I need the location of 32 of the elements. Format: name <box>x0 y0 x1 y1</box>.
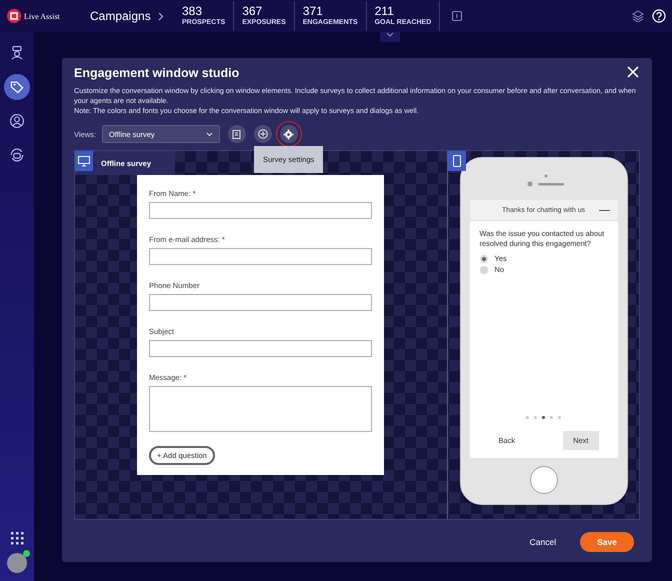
monitor-icon[interactable] <box>78 156 90 166</box>
help-icon[interactable] <box>652 9 666 23</box>
stat-value: 383 <box>182 4 204 18</box>
input-field[interactable] <box>149 248 372 266</box>
tag-icon[interactable] <box>4 74 30 100</box>
dialog-title: Engagement window studio <box>74 66 240 80</box>
cancel-button[interactable]: Cancel <box>524 536 562 548</box>
settings-icon[interactable] <box>280 125 298 143</box>
brand-name: Live Assist <box>24 12 60 20</box>
radio-button[interactable] <box>480 266 488 274</box>
add-icon[interactable] <box>254 125 272 143</box>
radio-button[interactable] <box>480 254 488 262</box>
minimize-icon[interactable] <box>598 210 610 211</box>
clipboard-icon[interactable] <box>228 125 246 143</box>
layers-icon[interactable] <box>632 10 644 22</box>
stat-value: 371 <box>302 4 324 18</box>
caret-icon <box>206 132 213 136</box>
stat-value: 211 <box>374 4 395 18</box>
apps-grid-icon[interactable] <box>10 532 24 545</box>
section-title[interactable]: Campaigns <box>90 9 158 23</box>
logo-icon <box>7 9 21 23</box>
phone-icon[interactable] <box>453 155 461 167</box>
user-avatar[interactable] <box>7 553 27 573</box>
input-field[interactable] <box>149 340 372 358</box>
chevron-down-icon[interactable] <box>386 32 394 38</box>
close-icon[interactable] <box>626 66 640 80</box>
input-field[interactable] <box>149 294 372 312</box>
chevron-icon <box>158 12 164 20</box>
stat-value: 367 <box>242 4 264 18</box>
input-field[interactable] <box>149 202 372 220</box>
expand-tab[interactable] <box>380 32 400 42</box>
info-icon[interactable] <box>452 11 462 21</box>
